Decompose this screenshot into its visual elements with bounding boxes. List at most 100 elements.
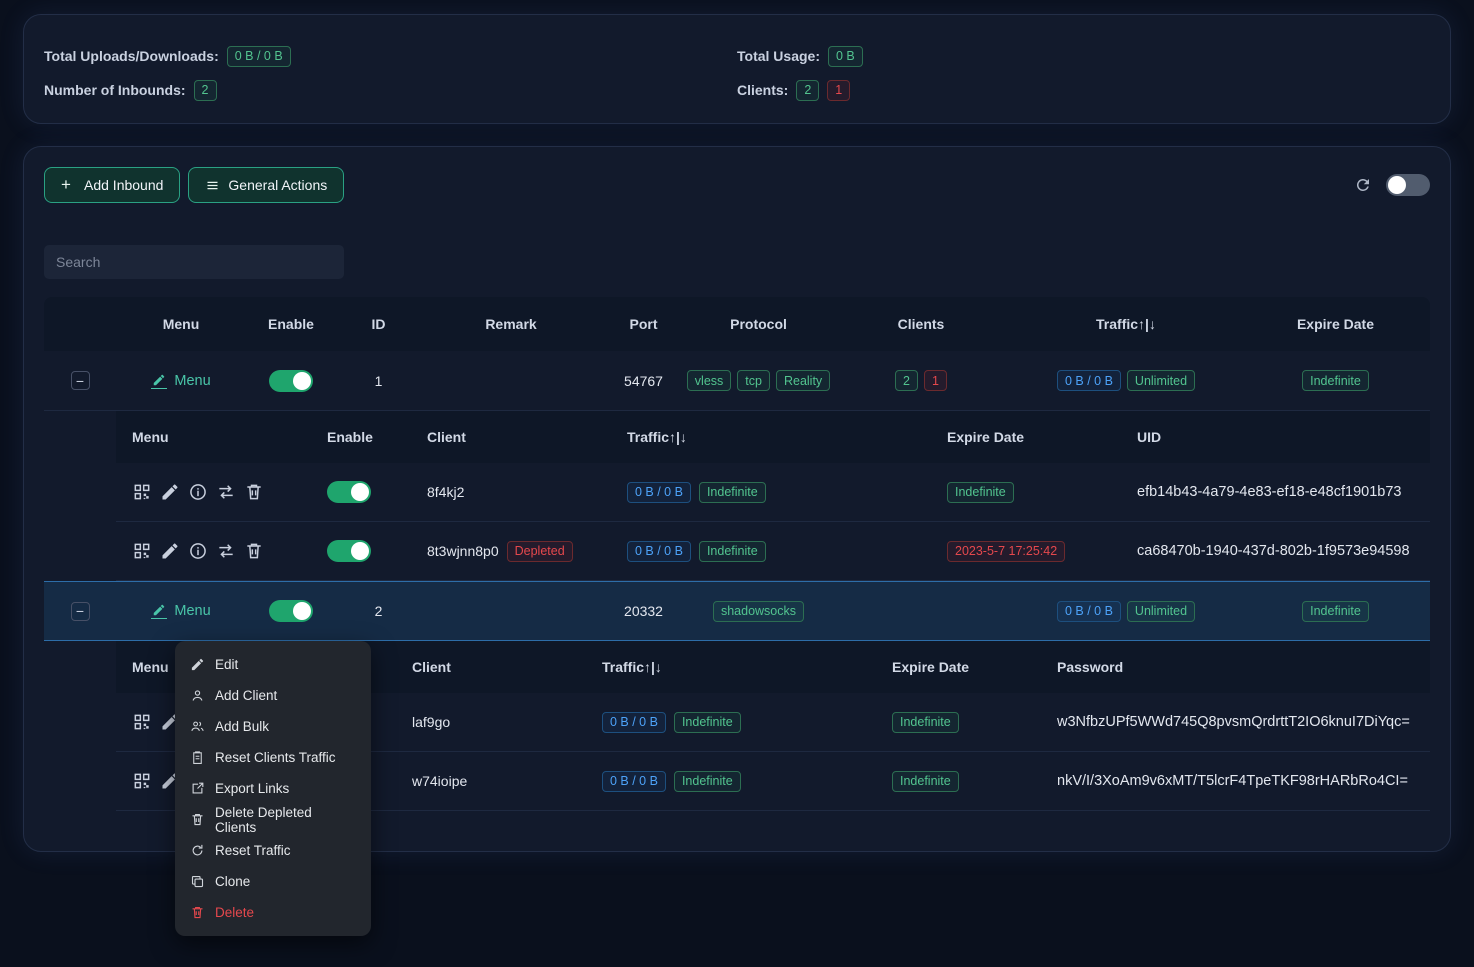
client-expire: Indefinite: [876, 712, 1041, 733]
clients-header-menu: Menu: [116, 429, 311, 445]
client-name: 8t3wjnn8p0: [427, 543, 499, 559]
enable-toggle[interactable]: [269, 600, 313, 622]
edit-icon: [151, 603, 167, 619]
reset-traffic-icon[interactable]: [216, 541, 236, 561]
plus-icon: +: [61, 178, 76, 193]
client-traffic: 0 B / 0 B Indefinite: [586, 771, 876, 792]
menu-button-label: Menu: [174, 603, 210, 619]
stats-card: Total Uploads/Downloads: 0 B / 0 B Total…: [23, 14, 1451, 124]
menu-item-label: Add Bulk: [215, 719, 269, 734]
client-traffic: 0 B / 0 B Indefinite: [611, 482, 931, 503]
menu-item-clone[interactable]: Clone: [179, 866, 367, 897]
general-actions-button[interactable]: General Actions: [188, 167, 344, 203]
refresh-icon[interactable]: [1354, 176, 1372, 194]
stat-uploads-label: Total Uploads/Downloads:: [44, 48, 219, 64]
enable-toggle[interactable]: [327, 481, 371, 503]
general-actions-label: General Actions: [228, 177, 327, 193]
edit-client-icon[interactable]: [160, 541, 180, 561]
traffic-limit-badge: Unlimited: [1127, 370, 1195, 391]
menu-item-label: Export Links: [215, 781, 289, 796]
client-actions: [116, 541, 311, 561]
reset-traffic-icon[interactable]: [216, 482, 236, 502]
menu-item-add-bulk[interactable]: Add Bulk: [179, 711, 367, 742]
menu-item-label: Reset Clients Traffic: [215, 750, 336, 765]
menu-item-add-client[interactable]: Add Client: [179, 680, 367, 711]
header-id: ID: [336, 316, 421, 332]
stat-uploads-value-badge: 0 B / 0 B: [227, 46, 291, 67]
traffic-badge: 0 B / 0 B: [627, 482, 691, 503]
reset-traffic-icon: [190, 843, 205, 858]
qr-code-icon[interactable]: [132, 541, 152, 561]
clients-header-row: Menu Enable Client Traffic↑|↓ Expire Dat…: [116, 411, 1430, 463]
info-icon[interactable]: [188, 482, 208, 502]
client-traffic: 0 B / 0 B Indefinite: [586, 712, 876, 733]
stat-usage-label: Total Usage:: [737, 48, 820, 64]
inbound-port: 54767: [601, 373, 686, 389]
menu-item-export-links[interactable]: Export Links: [179, 773, 367, 804]
collapse-row-button[interactable]: −: [71, 602, 90, 621]
protocol-tag: shadowsocks: [713, 601, 804, 622]
clients-header-traffic-sortable[interactable]: Traffic↑|↓: [586, 659, 876, 675]
clients-depleted-badge: 1: [924, 370, 947, 391]
traffic-badge: 0 B / 0 B: [627, 541, 691, 562]
list-icon: [205, 178, 220, 193]
header-enable: Enable: [246, 316, 336, 332]
clients-header-expire: Expire Date: [876, 659, 1041, 675]
stat-clients-depleted-badge: 1: [827, 80, 850, 101]
inbound-1-menu-button[interactable]: Menu: [151, 373, 210, 389]
traffic-limit-badge: Indefinite: [674, 771, 741, 792]
add-inbound-button[interactable]: + Add Inbound: [44, 167, 180, 203]
delete-client-icon[interactable]: [244, 482, 264, 502]
client-uid: ca68470b-1940-437d-802b-1f9573e94598: [1121, 543, 1430, 559]
header-protocol: Protocol: [686, 316, 831, 332]
menu-item-reset-clients-traffic[interactable]: Reset Clients Traffic: [179, 742, 367, 773]
qr-code-icon[interactable]: [132, 712, 152, 732]
menu-item-delete[interactable]: Delete: [179, 897, 367, 928]
delete-client-icon[interactable]: [244, 541, 264, 561]
header-traffic-sortable[interactable]: Traffic↑|↓: [1011, 316, 1241, 332]
traffic-badge: 0 B / 0 B: [1057, 601, 1121, 622]
enable-toggle[interactable]: [269, 370, 313, 392]
inbound-id: 2: [336, 603, 421, 619]
clients-header-traffic-sortable[interactable]: Traffic↑|↓: [611, 429, 931, 445]
stat-usage-value-badge: 0 B: [828, 46, 863, 67]
qr-code-icon[interactable]: [132, 482, 152, 502]
inbound-expire: Indefinite: [1241, 601, 1430, 622]
add-bulk-icon: [190, 719, 205, 734]
menu-button-label: Menu: [174, 373, 210, 389]
auto-refresh-toggle[interactable]: [1386, 174, 1430, 196]
stat-inbounds-value-badge: 2: [194, 80, 217, 101]
enable-toggle[interactable]: [327, 540, 371, 562]
delete-icon: [190, 905, 205, 920]
inbound-traffic: 0 B / 0 B Unlimited: [1011, 370, 1241, 391]
traffic-badge: 0 B / 0 B: [1057, 370, 1121, 391]
search-input[interactable]: [44, 245, 344, 279]
collapse-row-button[interactable]: −: [71, 371, 90, 390]
clients-header-uid: UID: [1121, 429, 1430, 445]
client-name: w74ioipe: [396, 773, 586, 789]
inbound-row-2: − Menu 2 20332 shadowsocks 0 B / 0 B Unl…: [44, 581, 1430, 641]
menu-item-delete-depleted-clients[interactable]: Delete Depleted Clients: [179, 804, 367, 835]
client-expire: Indefinite: [876, 771, 1041, 792]
delete-depleted-icon: [190, 812, 205, 827]
inbound-port: 20332: [601, 603, 686, 619]
info-icon[interactable]: [188, 541, 208, 561]
clients-header-enable: Enable: [311, 429, 411, 445]
menu-item-label: Add Client: [215, 688, 277, 703]
menu-item-edit[interactable]: Edit: [179, 649, 367, 680]
edit-icon: [151, 373, 167, 389]
traffic-limit-badge: Indefinite: [699, 482, 766, 503]
edit-client-icon[interactable]: [160, 482, 180, 502]
qr-code-icon[interactable]: [132, 771, 152, 791]
inbound-2-menu-button[interactable]: Menu: [151, 603, 210, 619]
menu-item-label: Delete: [215, 905, 254, 920]
inbound-expire: Indefinite: [1241, 370, 1430, 391]
client-row: 8t3wjnn8p0 Depleted 0 B / 0 B Indefinite…: [116, 522, 1430, 581]
traffic-badge: 0 B / 0 B: [602, 712, 666, 733]
client-password: nkV/I/3XoAm9v6xMT/T5lcrF4TpeTKF98rHARbRo…: [1041, 773, 1430, 789]
client-row: 8f4kj2 0 B / 0 B Indefinite Indefinite e…: [116, 463, 1430, 522]
stat-total-usage: Total Usage: 0 B: [737, 45, 1430, 67]
add-client-icon: [190, 688, 205, 703]
menu-item-reset-traffic[interactable]: Reset Traffic: [179, 835, 367, 866]
stat-inbounds-label: Number of Inbounds:: [44, 82, 186, 98]
